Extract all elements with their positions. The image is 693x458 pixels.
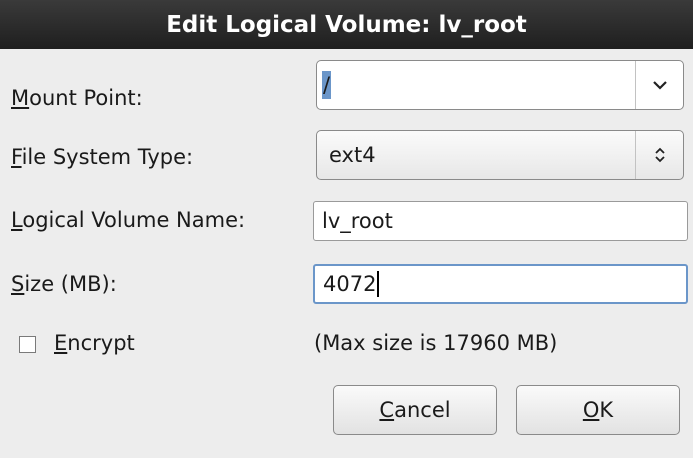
size-label: Size (MB): xyxy=(11,272,117,296)
mount-point-value[interactable]: / xyxy=(323,61,330,109)
chevron-down-icon xyxy=(652,81,667,90)
fs-type-value: ext4 xyxy=(329,143,376,167)
size-value: 4072 xyxy=(323,272,377,296)
lv-name-input[interactable]: lv_root xyxy=(313,201,688,241)
text-caret xyxy=(377,271,380,297)
fs-type-select[interactable]: ext4 xyxy=(316,130,684,180)
dialog-title: Edit Logical Volume: lv_root xyxy=(0,0,693,49)
max-size-text: (Max size is 17960 MB) xyxy=(314,331,558,355)
lv-name-value: lv_root xyxy=(322,209,393,233)
mount-point-combo[interactable]: / xyxy=(316,60,684,110)
mount-point-dropdown-button[interactable] xyxy=(635,61,683,109)
updown-chevron-icon xyxy=(654,147,665,163)
cancel-button[interactable]: Cancel xyxy=(333,385,497,435)
size-input[interactable]: 4072 xyxy=(313,264,688,304)
lv-name-label: Logical Volume Name: xyxy=(11,208,246,232)
edit-logical-volume-dialog: Edit Logical Volume: lv_root Mount Point… xyxy=(0,0,693,458)
encrypt-checkbox[interactable] xyxy=(19,336,36,353)
encrypt-label[interactable]: Encrypt xyxy=(54,331,135,355)
fs-type-stepper[interactable] xyxy=(635,131,683,179)
ok-button[interactable]: OK xyxy=(516,385,680,435)
fs-type-label: File System Type: xyxy=(11,145,194,169)
mount-point-label: Mount Point: xyxy=(11,86,143,110)
